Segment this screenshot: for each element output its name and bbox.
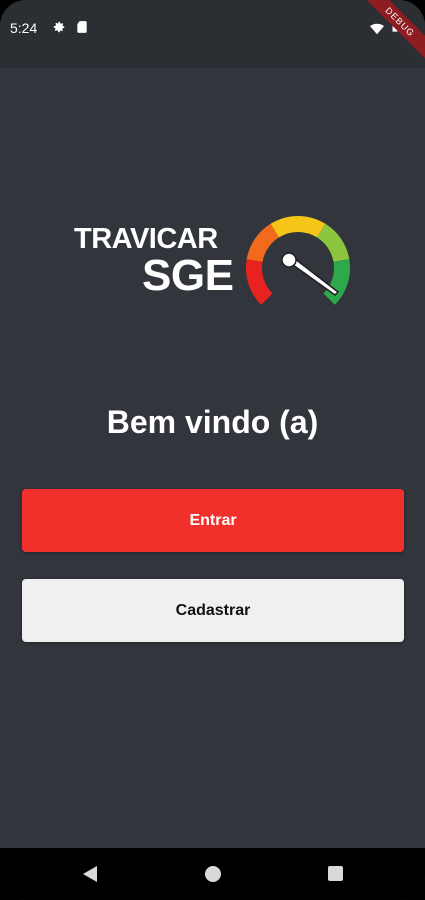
gauge-segment-green <box>323 259 351 305</box>
login-button[interactable]: Entrar <box>22 489 404 552</box>
recents-icon[interactable] <box>328 866 343 881</box>
speedometer-gauge-icon <box>245 215 351 305</box>
sd-card-icon <box>77 21 87 33</box>
app-bar: 5:24 <box>0 0 425 68</box>
back-icon[interactable] <box>82 865 98 883</box>
gauge-segment-red <box>245 259 273 305</box>
gear-icon <box>53 21 65 33</box>
app-screen: 5:24 DEBUG TRAVICAR SGE Bem vindo (a) En… <box>0 0 425 900</box>
home-icon[interactable] <box>205 866 221 882</box>
welcome-heading: Bem vindo (a) <box>106 404 319 440</box>
logo-text-travicar: TRAVICAR <box>74 223 218 255</box>
status-time: 5:24 <box>10 20 38 36</box>
register-button[interactable]: Cadastrar <box>22 579 404 642</box>
logo-text-sge: SGE <box>142 251 234 300</box>
app-logo: TRAVICAR SGE <box>74 212 354 308</box>
wifi-icon <box>370 23 384 35</box>
status-bar: 5:24 <box>0 0 425 58</box>
navigation-bar <box>0 848 425 900</box>
gauge-segment-yellow <box>270 215 326 238</box>
